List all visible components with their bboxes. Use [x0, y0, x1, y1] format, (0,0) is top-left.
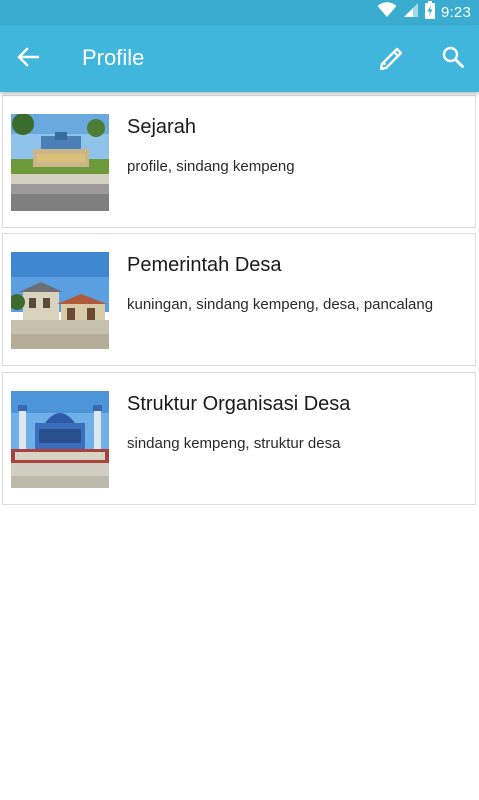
post-thumbnail	[11, 114, 109, 211]
search-icon	[441, 45, 465, 74]
post-thumbnail	[11, 252, 109, 349]
post-tags: profile, sindang kempeng	[127, 158, 295, 175]
arrow-left-icon	[17, 46, 40, 72]
post-tags: kuningan, sindang kempeng, desa, pancala…	[127, 296, 434, 313]
battery-charging-icon	[425, 1, 435, 24]
edit-button[interactable]	[374, 43, 406, 75]
back-button[interactable]	[13, 45, 43, 73]
pencil-icon	[376, 43, 404, 76]
app-bar: Profile	[0, 25, 479, 92]
signal-icon	[403, 2, 419, 23]
wifi-icon	[377, 2, 397, 23]
search-button[interactable]	[439, 45, 467, 73]
post-card-struktur-organisasi-desa[interactable]: Struktur Organisasi Desa sindang kempeng…	[2, 372, 476, 505]
status-bar: 9:23	[0, 0, 479, 25]
post-card-sejarah[interactable]: Sejarah profile, sindang kempeng	[2, 95, 476, 228]
post-title: Struktur Organisasi Desa	[127, 393, 351, 415]
post-tags: sindang kempeng, struktur desa	[127, 435, 341, 452]
page-title: Profile	[82, 45, 145, 70]
status-time: 9:23	[441, 4, 471, 21]
post-thumbnail	[11, 391, 109, 488]
post-title: Sejarah	[127, 116, 196, 138]
post-title: Pemerintah Desa	[127, 254, 282, 276]
post-card-pemerintah-desa[interactable]: Pemerintah Desa kuningan, sindang kempen…	[2, 233, 476, 366]
status-icons: 9:23	[377, 1, 471, 24]
